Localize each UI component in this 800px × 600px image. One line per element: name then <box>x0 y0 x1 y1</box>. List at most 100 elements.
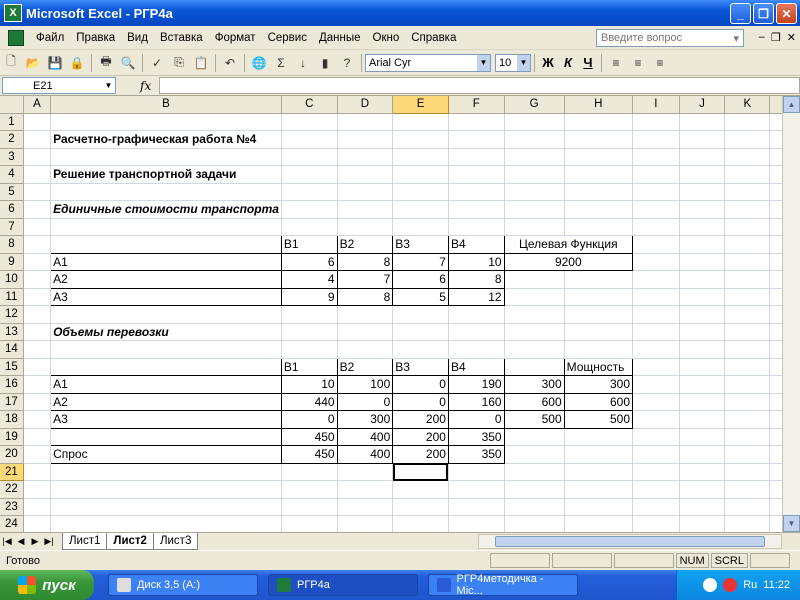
volume-row-label[interactable]: A1 <box>50 375 282 394</box>
new-icon[interactable]: 🗋 <box>1 53 21 73</box>
print-preview-icon[interactable]: 🔍 <box>118 53 138 73</box>
row-header[interactable]: 6 <box>0 200 24 219</box>
volume-cell[interactable]: 0 <box>280 410 338 429</box>
sort-ascending-icon[interactable]: ↓ <box>293 53 313 73</box>
formula-input[interactable] <box>159 77 800 94</box>
capacity-header[interactable]: Мощность <box>563 357 634 376</box>
volume-cell[interactable]: 100 <box>336 375 394 394</box>
doc-restore-icon[interactable]: ❐ <box>771 31 781 44</box>
menu-data[interactable]: Данные <box>313 32 367 44</box>
menu-view[interactable]: Вид <box>121 32 154 44</box>
cost-cell[interactable]: 8 <box>447 270 505 289</box>
column-header[interactable]: E <box>392 96 449 114</box>
cost-header-cell[interactable]: B3 <box>392 235 449 254</box>
cost-row-label[interactable]: A3 <box>50 287 282 306</box>
help-icon[interactable]: ? <box>337 53 357 73</box>
column-header[interactable]: H <box>564 96 634 114</box>
cost-cell[interactable]: 8 <box>336 287 394 306</box>
column-header[interactable]: C <box>281 96 338 114</box>
row-header[interactable]: 24 <box>0 515 24 532</box>
column-header[interactable]: A <box>23 96 52 114</box>
row-header[interactable]: 4 <box>0 165 24 184</box>
menu-insert[interactable]: Вставка <box>154 32 209 44</box>
row-header[interactable]: 7 <box>0 218 24 236</box>
row-header[interactable]: 9 <box>0 253 24 271</box>
italic-button[interactable]: К <box>558 55 578 70</box>
row-header[interactable]: 15 <box>0 358 24 376</box>
minimize-button[interactable]: _ <box>730 3 751 24</box>
row-header[interactable]: 13 <box>0 323 24 341</box>
cell-title[interactable]: Расчетно-графическая работа №4 <box>50 130 282 149</box>
demand-cell[interactable]: 200 <box>392 445 449 464</box>
menu-help[interactable]: Справка <box>405 32 462 44</box>
workbook-icon[interactable] <box>8 29 24 46</box>
row-header[interactable]: 20 <box>0 445 24 464</box>
column-header[interactable]: G <box>504 96 565 114</box>
row-header[interactable]: 2 <box>0 130 24 149</box>
cost-cell[interactable]: 5 <box>392 287 449 306</box>
chevron-down-icon[interactable]: ▼ <box>477 54 490 71</box>
vertical-scrollbar[interactable]: ▲ ▼ <box>782 96 800 532</box>
menu-file[interactable]: Файл <box>30 32 70 44</box>
scroll-up-icon[interactable]: ▲ <box>783 96 800 113</box>
volume-header-cell[interactable]: B3 <box>392 357 449 376</box>
volume-row-label[interactable]: A3 <box>50 410 282 429</box>
select-all-corner[interactable] <box>0 96 24 114</box>
name-box[interactable]: E21 ▼ <box>2 77 116 94</box>
menu-window[interactable]: Окно <box>367 32 406 44</box>
capacity-cell[interactable]: 600 <box>563 392 634 411</box>
chart-wizard-icon[interactable]: ▮ <box>315 53 335 73</box>
cost-cell[interactable]: 8 <box>336 252 394 271</box>
menu-tools[interactable]: Сервис <box>262 32 313 44</box>
undo-icon[interactable]: ↶ <box>220 53 240 73</box>
row-header[interactable]: 3 <box>0 148 24 166</box>
column-header[interactable]: F <box>448 96 505 114</box>
row-header[interactable]: 12 <box>0 305 24 324</box>
language-indicator[interactable]: Ru <box>743 579 757 591</box>
active-cell[interactable] <box>392 463 449 481</box>
volume-cell[interactable]: 10 <box>280 375 338 394</box>
scroll-down-icon[interactable]: ▼ <box>783 515 800 532</box>
copy-icon[interactable]: ⎘ <box>169 53 189 73</box>
volume-header-cell[interactable]: B4 <box>447 357 505 376</box>
column-header[interactable]: B <box>50 96 282 114</box>
capacity-cell[interactable]: 500 <box>563 410 634 429</box>
cell-cost-heading[interactable]: Единичные стоимости транспорта <box>50 200 282 219</box>
demand-label[interactable]: Спрос <box>50 445 282 464</box>
last-sheet-icon[interactable]: ▶| <box>42 536 56 547</box>
cost-cell[interactable]: 7 <box>336 270 394 289</box>
doc-minimize-icon[interactable]: – <box>759 31 765 44</box>
cost-header-cell[interactable]: B1 <box>280 235 338 254</box>
insert-function-icon[interactable]: fx <box>140 79 151 93</box>
menu-format[interactable]: Формат <box>209 32 262 44</box>
align-center-icon[interactable]: ≡ <box>628 53 648 73</box>
row-header[interactable]: 10 <box>0 270 24 289</box>
cost-header-cell[interactable]: B4 <box>447 235 505 254</box>
ask-question-input[interactable]: Введите вопрос ▾ <box>596 29 744 47</box>
volume-cell[interactable]: 190 <box>447 375 505 394</box>
task-excel[interactable]: РГР4а <box>268 574 418 596</box>
task-word[interactable]: РГР4методичка - Mic... <box>428 573 578 597</box>
doc-close-icon[interactable]: ✕ <box>787 31 796 44</box>
spreadsheet-grid[interactable]: A B C D E F G H I J K L 1 2Расчетно-граф… <box>0 96 800 532</box>
objective-value[interactable]: 9200 <box>503 252 634 271</box>
demand-cell[interactable]: 400 <box>336 445 394 464</box>
paste-icon[interactable]: 📋 <box>191 53 211 73</box>
chevron-down-icon[interactable]: ▼ <box>102 78 115 93</box>
volume-cell[interactable]: 0 <box>336 392 394 411</box>
volume-header-cell[interactable]: B1 <box>280 357 338 376</box>
prev-sheet-icon[interactable]: ◀ <box>14 536 28 547</box>
cell-volume-heading[interactable]: Объемы перевозки <box>50 323 282 341</box>
volume-header-cell[interactable]: B2 <box>336 357 394 376</box>
row-header[interactable]: 21 <box>0 463 24 481</box>
cost-row-label[interactable]: A1 <box>50 252 282 271</box>
row-header[interactable]: 22 <box>0 480 24 499</box>
demand-cell[interactable]: 450 <box>280 445 338 464</box>
volume-cell[interactable]: 0 <box>392 375 449 394</box>
excel-app-icon[interactable]: X <box>4 4 22 22</box>
row-header[interactable]: 5 <box>0 183 24 201</box>
task-floppy[interactable]: Диск 3,5 (A:) <box>108 574 258 596</box>
row-header[interactable]: 11 <box>0 288 24 306</box>
volume-cell[interactable]: 0 <box>447 410 505 429</box>
font-name-select[interactable]: Arial Cyr ▼ <box>365 53 491 72</box>
